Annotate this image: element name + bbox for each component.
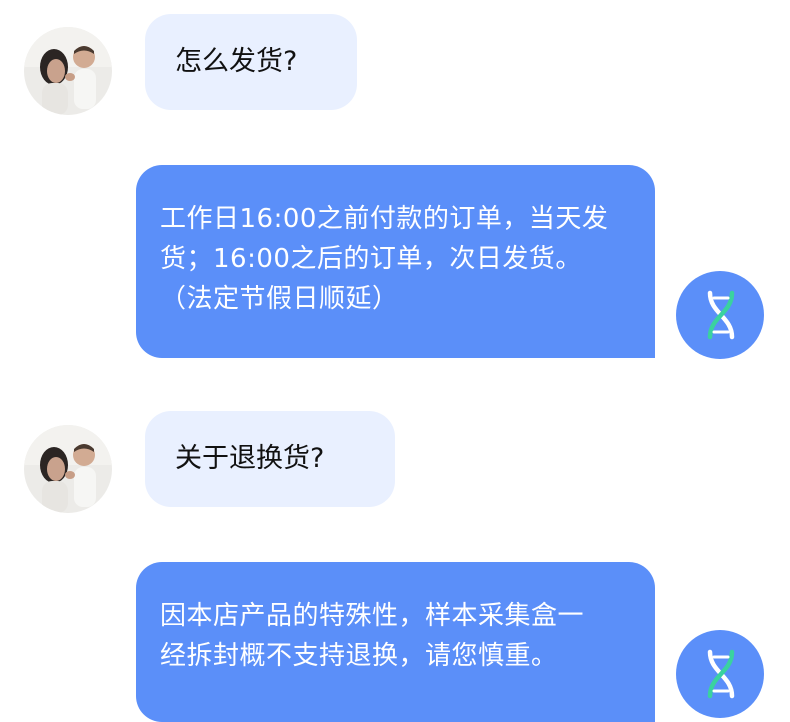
dna-helix-icon bbox=[707, 649, 735, 699]
user-avatar[interactable] bbox=[24, 425, 112, 513]
message-text: 怎么发货? bbox=[175, 46, 298, 77]
dna-helix-icon bbox=[707, 290, 735, 340]
bot-message-bubble: 工作日16:00之前付款的订单，当天发 货；16:00之后的订单，次日发货。 （… bbox=[136, 165, 655, 358]
message-text-line: 因本店产品的特殊性，样本采集盒一 bbox=[160, 601, 585, 631]
chat-thread: 怎么发货? 工作日16:00之前付款的订单，当天发 货；16:00之后的订单，次… bbox=[0, 0, 790, 722]
bot-message-bubble: 因本店产品的特殊性，样本采集盒一 经拆封概不支持退换，请您慎重。 bbox=[136, 562, 655, 722]
message-text-line: 工作日16:00之前付款的订单，当天发 bbox=[160, 204, 609, 234]
user-avatar[interactable] bbox=[24, 27, 112, 115]
user-message-bubble: 关于退换货? bbox=[145, 411, 395, 507]
message-text-line: 经拆封概不支持退换，请您慎重。 bbox=[160, 641, 558, 671]
message-text-line: （法定节假日顺延） bbox=[160, 284, 399, 314]
message-text: 关于退换货? bbox=[175, 443, 325, 474]
bot-avatar[interactable] bbox=[676, 630, 764, 718]
message-text-line: 货；16:00之后的订单，次日发货。 bbox=[160, 244, 582, 274]
user-message-bubble: 怎么发货? bbox=[145, 14, 357, 110]
bot-avatar[interactable] bbox=[676, 271, 764, 359]
